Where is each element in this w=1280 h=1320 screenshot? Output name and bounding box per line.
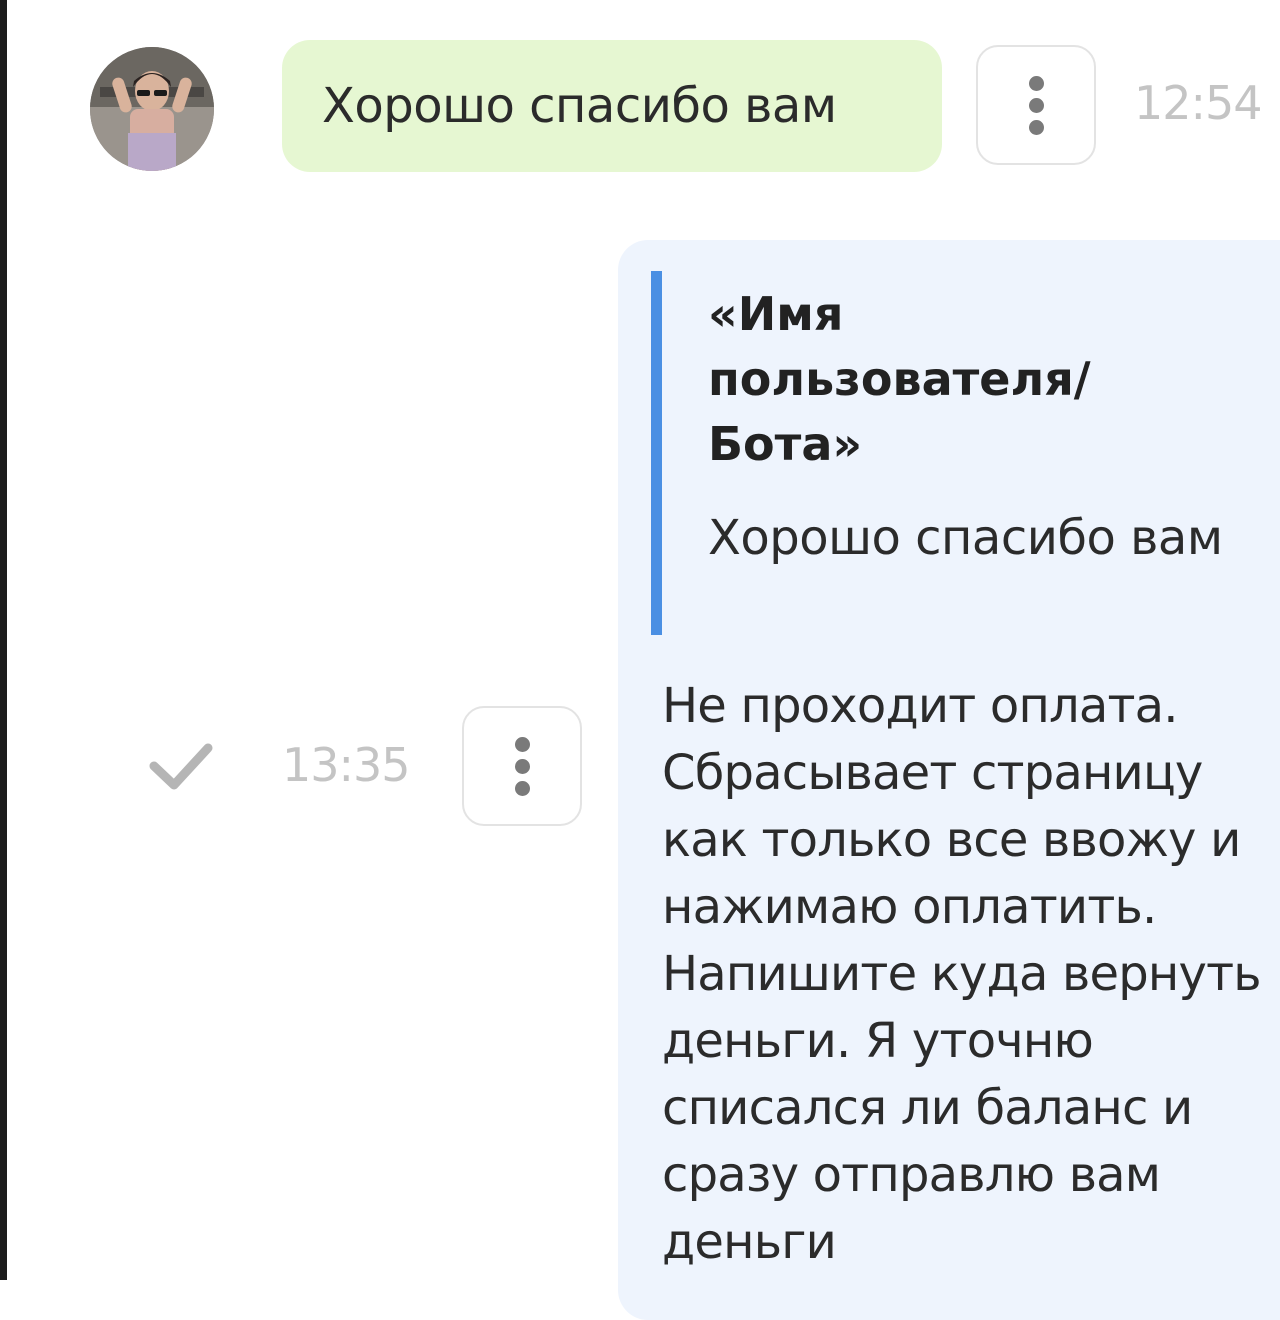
avatar[interactable]	[90, 47, 214, 171]
incoming-message-bubble[interactable]: Хорошо спасибо вам	[282, 40, 942, 172]
quoted-author: «Имя пользователя/ Бота»	[708, 287, 1091, 471]
window-edge	[0, 0, 7, 1280]
message-menu-button[interactable]	[462, 706, 582, 826]
message-time: 13:35	[282, 738, 411, 792]
quoted-message-text: Хорошо спасибо вам	[708, 510, 1223, 566]
message-time: 12:54	[1134, 76, 1263, 130]
user-photo-avatar	[90, 47, 214, 171]
message-menu-button[interactable]	[976, 45, 1096, 165]
message-text: Хорошо спасибо вам	[322, 78, 837, 134]
quote-bar	[651, 271, 662, 635]
check-icon	[148, 740, 214, 796]
more-vertical-icon	[514, 736, 530, 796]
more-vertical-icon	[1028, 75, 1044, 135]
message-text: Не проходит оплата. Сбрасывает страницу …	[662, 678, 1262, 1270]
